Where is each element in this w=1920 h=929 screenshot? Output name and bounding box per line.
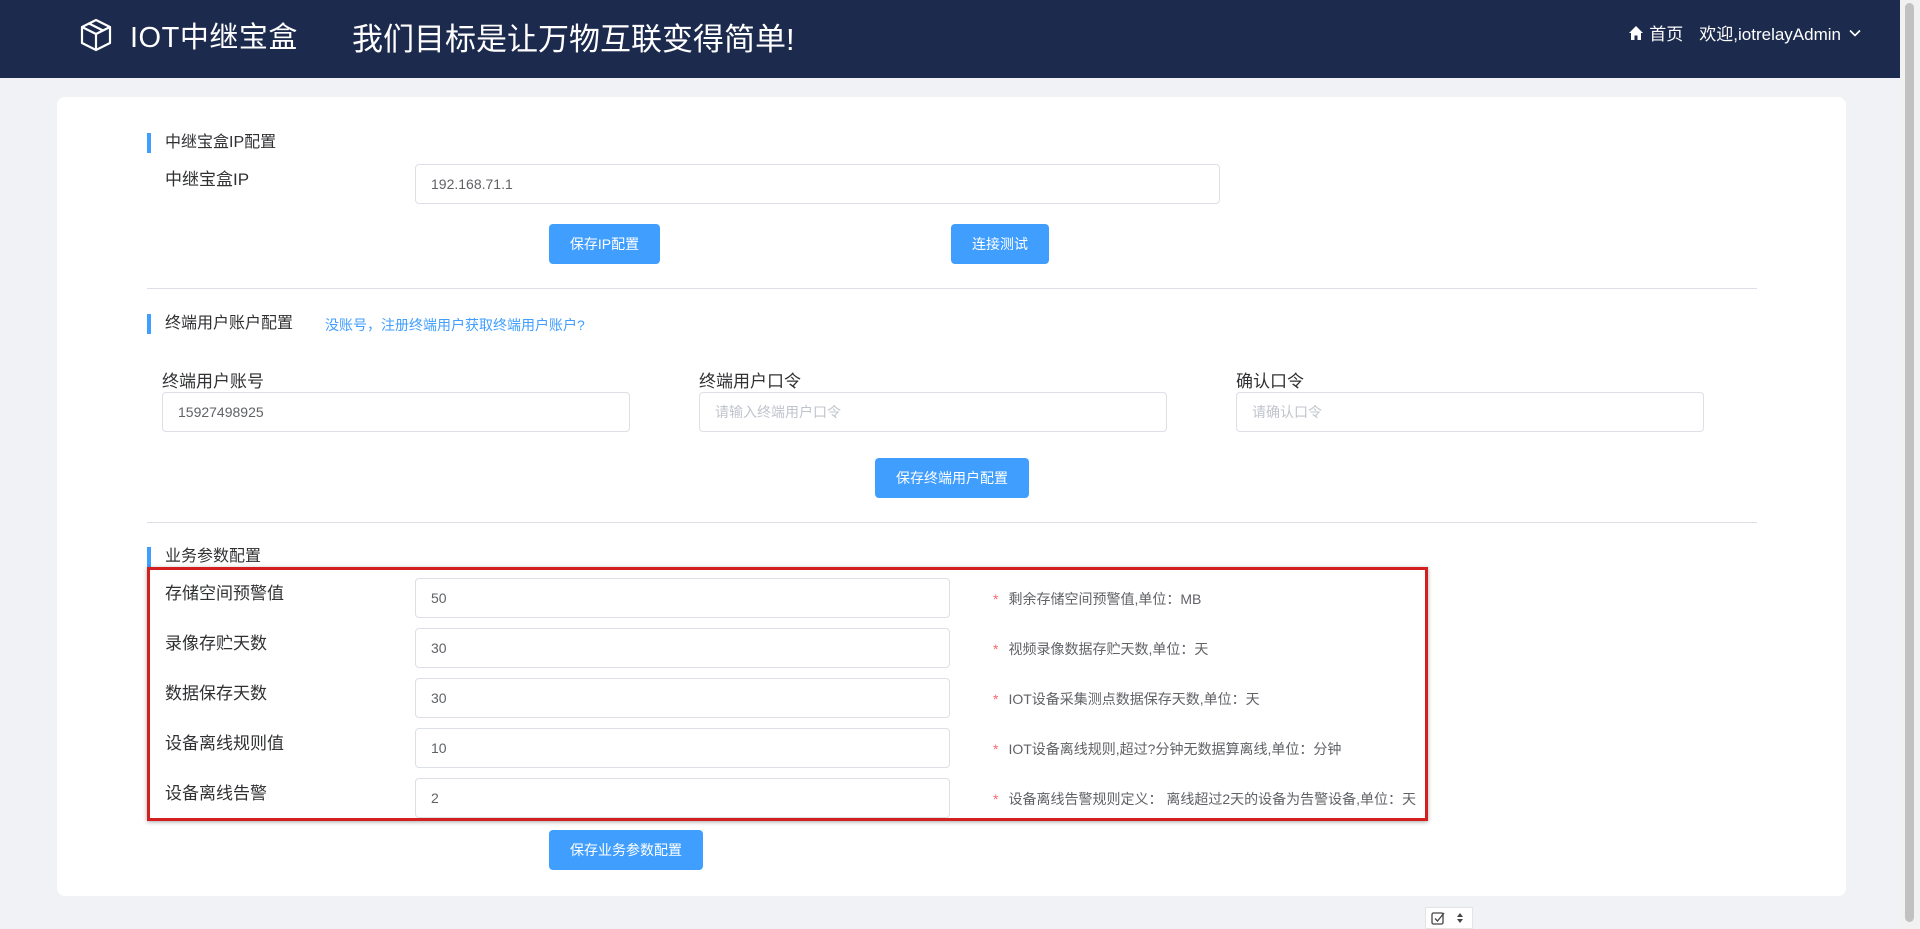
header-nav: 首页 欢迎,iotrelayAdmin xyxy=(1628,20,1862,45)
cube-logo-icon xyxy=(80,18,112,52)
config-card: 中继宝盒IP配置 中继宝盒IP 保存IP配置 连接测试 终端用户账户配置 没账号… xyxy=(57,97,1846,896)
home-icon xyxy=(1629,25,1644,40)
home-label: 首页 xyxy=(1649,25,1684,44)
user-label: 欢迎,iotrelayAdmin xyxy=(1699,25,1841,44)
bottom-widget[interactable] xyxy=(1425,907,1473,929)
password-input[interactable] xyxy=(699,392,1167,432)
confirm-label: 确认口令 xyxy=(1236,372,1304,391)
scrollbar-thumb[interactable] xyxy=(1905,3,1914,922)
password-label: 终端用户口令 xyxy=(699,372,801,391)
register-link[interactable]: 没账号，注册终端用户获取终端用户账户? xyxy=(325,315,585,335)
account-label: 终端用户账号 xyxy=(162,372,264,391)
home-link[interactable]: 首页 xyxy=(1628,20,1683,45)
highlight-annotation-box xyxy=(147,567,1428,821)
account-input[interactable] xyxy=(162,392,630,432)
slogan: 我们目标是让万物互联变得简单! xyxy=(352,22,795,57)
chevron-down-icon xyxy=(1849,29,1861,37)
ip-input[interactable] xyxy=(415,164,1220,204)
save-ip-button[interactable]: 保存IP配置 xyxy=(549,224,660,264)
business-section-title: 业务参数配置 xyxy=(147,547,261,567)
section-divider xyxy=(147,288,1757,289)
top-header: IOT中继宝盒 我们目标是让万物互联变得简单! 首页 欢迎,iotrelayAd… xyxy=(0,0,1900,78)
ip-section-title: 中继宝盒IP配置 xyxy=(147,133,276,153)
checkbox-icon xyxy=(1431,912,1445,925)
confirm-password-input[interactable] xyxy=(1236,392,1704,432)
brand: IOT中继宝盒 xyxy=(78,14,298,56)
page-scrollbar[interactable] xyxy=(1900,0,1920,929)
save-account-button[interactable]: 保存终端用户配置 xyxy=(875,458,1029,498)
sort-arrows-icon xyxy=(1457,913,1463,923)
section-divider xyxy=(147,522,1757,523)
brand-name: IOT中继宝盒 xyxy=(130,22,298,54)
ip-label: 中继宝盒IP xyxy=(165,170,250,189)
save-business-button[interactable]: 保存业务参数配置 xyxy=(549,830,703,870)
account-section-title: 终端用户账户配置 xyxy=(147,314,293,334)
connection-test-button[interactable]: 连接测试 xyxy=(951,224,1049,264)
user-menu[interactable]: 欢迎,iotrelayAdmin xyxy=(1699,20,1862,45)
